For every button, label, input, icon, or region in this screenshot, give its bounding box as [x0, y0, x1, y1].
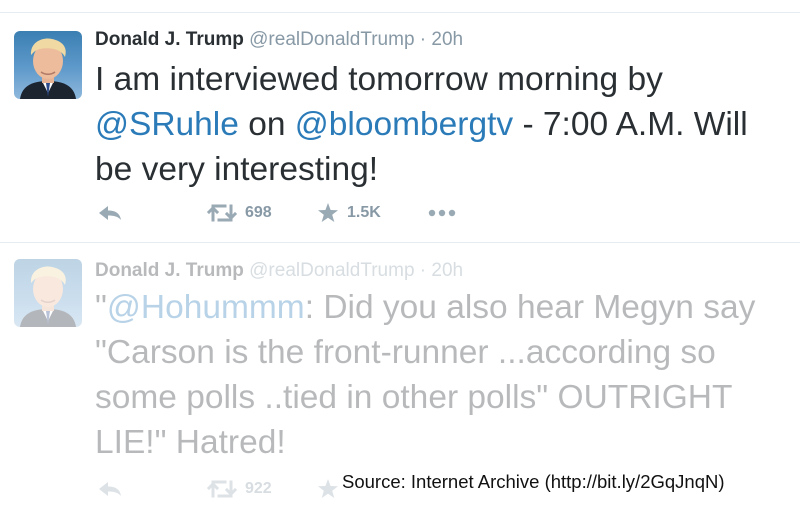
reply-button[interactable] [98, 201, 122, 225]
retweet-count: 922 [245, 480, 272, 497]
retweet-icon [207, 204, 237, 222]
retweet-icon [207, 480, 237, 498]
favorite-button[interactable]: 1.5K [317, 201, 381, 225]
avatar[interactable] [14, 259, 82, 327]
favorite-star-icon [318, 203, 338, 222]
tweet-text-tail: - 7:00 A.M. Will [513, 106, 748, 143]
reply-icon [99, 206, 121, 220]
tweet-header: Donald J. Trump @realDonaldTrump · 20h [95, 29, 463, 51]
tweet-quote-open: " [95, 289, 107, 326]
retweet-button[interactable]: 698 [207, 201, 272, 225]
favorite-count: 1.5K [347, 204, 381, 221]
author-name[interactable]: Donald J. Trump [95, 29, 244, 50]
author-name[interactable]: Donald J. Trump [95, 260, 244, 281]
mention-link[interactable]: @bloombergtv [295, 106, 513, 143]
retweet-button[interactable]: 922 [207, 477, 272, 501]
author-handle[interactable]: @realDonaldTrump [249, 260, 414, 281]
tweet-text: "@Hohummm: Did you also hear Megyn say "… [95, 285, 785, 465]
mention-link[interactable]: @Hohummm [107, 289, 305, 326]
more-icon [428, 209, 456, 217]
author-handle[interactable]: @realDonaldTrump [249, 29, 414, 50]
timestamp[interactable]: 20h [431, 29, 463, 50]
reply-button[interactable] [98, 477, 122, 501]
source-caption: Source: Internet Archive (http://bit.ly/… [340, 470, 727, 494]
separator-dot: · [419, 29, 427, 50]
separator-dot: · [419, 260, 427, 281]
tweet-text-line1: I am interviewed tomorrow morning by [95, 61, 663, 98]
retweet-count: 698 [245, 204, 272, 221]
favorite-star-icon [318, 479, 338, 498]
avatar[interactable] [14, 31, 82, 99]
mention-link[interactable]: @SRuhle [95, 106, 239, 143]
more-button[interactable] [428, 201, 456, 225]
tweet-header: Donald J. Trump @realDonaldTrump · 20h [95, 260, 463, 282]
tweet-text: I am interviewed tomorrow morning by @SR… [95, 57, 785, 192]
tweet[interactable]: Donald J. Trump @realDonaldTrump · 20h I… [0, 13, 800, 242]
reply-icon [99, 482, 121, 496]
tweet-text-line3: be very interesting! [95, 151, 379, 188]
timestamp[interactable]: 20h [431, 260, 463, 281]
tweet-text-mid: on [238, 106, 295, 143]
